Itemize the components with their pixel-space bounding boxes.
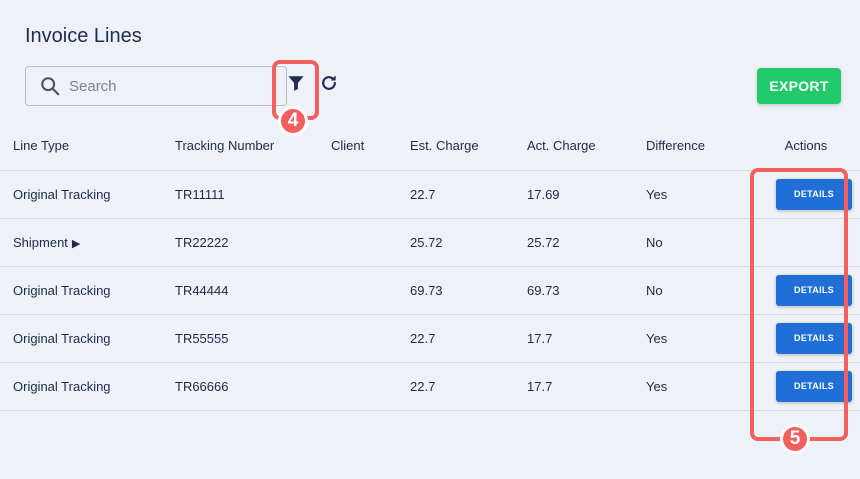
cell-line-type: Original Tracking (0, 170, 175, 219)
refresh-button[interactable] (318, 74, 340, 96)
cell-tracking-number: TR22222 (175, 218, 331, 267)
cell-est-charge: 22.7 (410, 170, 527, 219)
cell-client (331, 170, 410, 219)
cell-actions: DETAILS (752, 362, 860, 411)
header-line-type[interactable]: Line Type (0, 122, 175, 171)
table-row: Shipment ▶ TR22222 25.72 25.72 No (0, 218, 860, 267)
details-button[interactable]: DETAILS (776, 322, 852, 354)
refresh-icon (319, 73, 339, 98)
cell-act-charge: 17.7 (527, 314, 646, 363)
cell-difference: Yes (646, 314, 752, 363)
annotation-badge-4: 4 (278, 106, 308, 136)
table-row: Original Tracking TR66666 22.7 17.7 Yes … (0, 362, 860, 411)
search-icon (39, 75, 61, 97)
page-title: Invoice Lines (25, 25, 142, 47)
cell-tracking-number: TR55555 (175, 314, 331, 363)
cell-actions: DETAILS (752, 266, 860, 315)
cell-act-charge: 69.73 (527, 266, 646, 315)
cell-line-type: Original Tracking (0, 314, 175, 363)
cell-tracking-number: TR11111 (175, 170, 331, 219)
cell-act-charge: 25.72 (527, 218, 646, 267)
header-actions: Actions (752, 122, 860, 171)
annotation-badge-5: 5 (780, 424, 810, 454)
header-act-charge[interactable]: Act. Charge (527, 122, 646, 171)
header-est-charge[interactable]: Est. Charge (410, 122, 527, 171)
cell-difference: Yes (646, 170, 752, 219)
table-row: Original Tracking TR11111 22.7 17.69 Yes… (0, 170, 860, 219)
filter-icon (287, 74, 305, 97)
header-tracking-number[interactable]: Tracking Number (175, 122, 331, 171)
table-header-row: Line Type Tracking Number Client Est. Ch… (0, 122, 860, 171)
expand-arrow-icon[interactable]: ▶ (72, 238, 80, 250)
invoice-lines-table: Line Type Tracking Number Client Est. Ch… (0, 122, 860, 411)
filter-button[interactable] (284, 72, 308, 98)
table-row: Original Tracking TR44444 69.73 69.73 No… (0, 266, 860, 315)
table-row: Original Tracking TR55555 22.7 17.7 Yes … (0, 314, 860, 363)
cell-line-type: Original Tracking (0, 266, 175, 315)
header-client[interactable]: Client (331, 122, 410, 171)
search-input[interactable] (69, 77, 269, 95)
search-box[interactable] (25, 66, 287, 106)
cell-est-charge: 25.72 (410, 218, 527, 267)
cell-act-charge: 17.7 (527, 362, 646, 411)
export-button[interactable]: EXPORT (757, 68, 841, 104)
cell-line-type: Original Tracking (0, 362, 175, 411)
cell-est-charge: 22.7 (410, 362, 527, 411)
cell-tracking-number: TR66666 (175, 362, 331, 411)
line-type-label: Shipment (13, 234, 68, 250)
cell-client (331, 314, 410, 363)
cell-client (331, 218, 410, 267)
cell-est-charge: 69.73 (410, 266, 527, 315)
cell-actions: DETAILS (752, 170, 860, 219)
header-difference[interactable]: Difference (646, 122, 752, 171)
cell-actions: DETAILS (752, 314, 860, 363)
details-button[interactable]: DETAILS (776, 178, 852, 210)
cell-client (331, 362, 410, 411)
details-button[interactable]: DETAILS (776, 370, 852, 402)
cell-act-charge: 17.69 (527, 170, 646, 219)
cell-client (331, 266, 410, 315)
cell-difference: No (646, 218, 752, 267)
cell-tracking-number: TR44444 (175, 266, 331, 315)
cell-est-charge: 22.7 (410, 314, 527, 363)
cell-actions (752, 218, 860, 267)
cell-line-type: Shipment ▶ (0, 218, 175, 267)
cell-difference: Yes (646, 362, 752, 411)
details-button[interactable]: DETAILS (776, 274, 852, 306)
cell-difference: No (646, 266, 752, 315)
